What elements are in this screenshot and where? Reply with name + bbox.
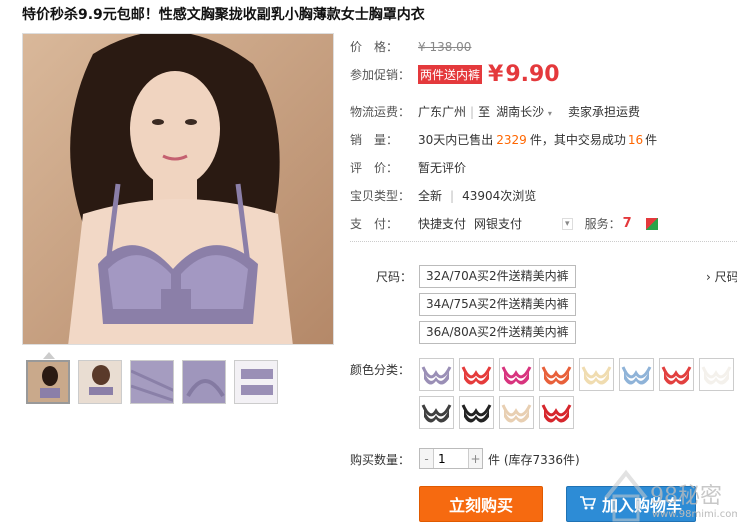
buy-now-button[interactable]: 立刻购买 [419,486,543,522]
product-title: 特价秒杀9.9元包邮！性感文胸聚拢收副乳小胸薄款女士胸罩内衣 [22,7,425,23]
thumbnail-1[interactable] [26,360,70,404]
main-product-image[interactable] [22,33,334,345]
ship-to-prefix: 至 [478,105,491,119]
type-row: 宝贝类型： 全新 | 43904次浏览 [350,188,537,204]
size-option-34a[interactable]: 34A/75A买2件送精美内裤 [419,293,576,316]
color-swatch[interactable] [499,358,534,391]
thumbnail-4[interactable] [182,360,226,404]
pay-method-quick[interactable]: 快捷支付 [418,215,466,232]
color-swatch[interactable] [579,358,614,391]
thumbnail-3[interactable] [130,360,174,404]
shipping-label: 物流运费： [350,105,411,119]
guarantee-icon[interactable] [645,217,658,230]
type-label: 宝贝类型： [350,189,411,203]
promo-price: 9.90 [505,62,560,87]
seven-day-return-icon[interactable]: 7 [623,216,632,231]
divider [350,241,737,242]
pay-method-bank[interactable]: 网银支付 [474,215,522,232]
quantity-input[interactable] [433,449,469,468]
price-row: 价 格： ¥ 138.00 [350,38,471,55]
service-label: 服务： [584,217,621,231]
quantity-label: 购买数量： [350,453,411,467]
size-chart-link[interactable]: › 尺码 [706,268,737,285]
chevron-down-icon: ▾ [547,109,552,118]
quantity-stepper[interactable]: - + [419,448,483,469]
watermark-text: 98秘密 [650,484,722,509]
color-swatch[interactable] [539,396,574,429]
ship-from: 广东广州 [418,105,467,119]
thumbnail-strip [26,360,278,404]
thumbnail-5[interactable] [234,360,278,404]
sales-label: 销 量： [350,133,399,147]
color-swatch[interactable] [419,396,454,429]
sold-count: 2329 [496,132,527,147]
promo-badge: 两件送内裤 [418,65,483,84]
color-label: 颜色分类： [350,363,411,377]
size-option-32a[interactable]: 32A/70A买2件送精美内裤 [419,265,576,288]
color-swatch[interactable] [459,358,494,391]
pay-label: 支 付： [350,217,399,231]
item-condition: 全新 [418,189,443,203]
color-swatch[interactable] [539,358,574,391]
color-swatch[interactable] [499,396,534,429]
thumb-caret-icon [43,352,55,359]
review-label: 评 价： [350,161,399,175]
color-swatch[interactable] [419,358,454,391]
pay-row: 支 付： 快捷支付 网银支付 ▾ 服务： 7 [350,215,658,232]
view-count: 43904次浏览 [462,189,537,203]
shipping-row: 物流运费： 广东广州 | 至 湖南长沙 ▾ 卖家承担运费 [350,103,640,120]
review-row: 评 价： 暂无评价 [350,159,466,176]
review-value: 暂无评价 [418,161,467,175]
cart-icon [579,495,597,514]
original-price: ¥ 138.00 [418,39,472,54]
promo-currency: ¥ [488,62,504,87]
color-swatch[interactable] [699,358,734,391]
price-label: 价 格： [350,40,399,54]
shipping-note: 卖家承担运费 [567,105,640,119]
thumbnail-2[interactable] [78,360,122,404]
sales-row: 销 量： 30天内已售出 2329 件，其中交易成功 16 件 [350,132,658,148]
stock-text: 件 (库存7336件) [488,453,580,467]
quantity-plus-button[interactable]: + [469,449,482,468]
color-swatch[interactable] [459,396,494,429]
product-photo [23,34,333,344]
color-swatch[interactable] [619,358,654,391]
size-option-36a[interactable]: 36A/80A买2件送精美内裤 [419,321,576,344]
color-swatch-grid [419,358,734,429]
color-swatch[interactable] [659,358,694,391]
promo-label: 参加促销： [350,68,411,82]
pay-more-dropdown-icon[interactable]: ▾ [562,217,573,230]
success-count: 16 [627,132,644,147]
quantity-minus-button[interactable]: - [420,449,433,468]
watermark-sub: www.98mimi.com [652,509,737,520]
promo-row: 参加促销： 两件送内裤 ¥ 9.90 [350,62,560,87]
ship-to-select[interactable]: 湖南长沙 ▾ [496,103,552,120]
size-label: 尺码： [376,270,413,284]
